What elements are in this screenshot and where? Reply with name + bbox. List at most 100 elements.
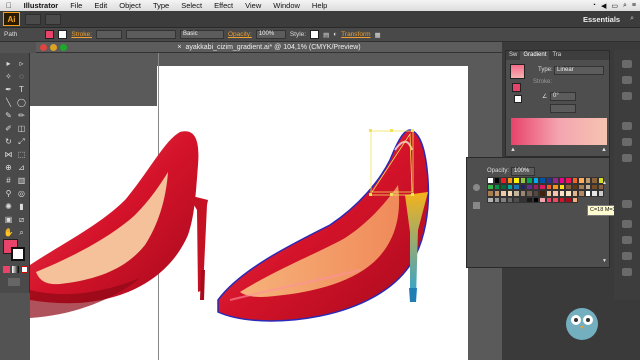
- bridge-button[interactable]: [25, 13, 41, 25]
- stroke-label[interactable]: Stroke:: [71, 31, 92, 38]
- swatch-cell[interactable]: [597, 190, 604, 197]
- popup-scroll-arrow-icon[interactable]: ▲: [602, 180, 607, 186]
- brushes-panel-icon[interactable]: [622, 92, 632, 100]
- hand-tool-icon[interactable]: ✋: [3, 227, 14, 238]
- perspective-tool-icon[interactable]: ⊿: [16, 162, 27, 173]
- apple-icon[interactable]: : [0, 1, 18, 10]
- search-icon[interactable]: ⌕: [630, 15, 634, 23]
- reverse-gradient-icon[interactable]: [514, 95, 522, 103]
- menu-file[interactable]: File: [64, 1, 88, 10]
- scale-tool-icon[interactable]: ⤢: [16, 136, 27, 147]
- drawn-shoe-artwork[interactable]: [217, 129, 430, 322]
- brush-definition-field[interactable]: Basic: [179, 30, 224, 39]
- lasso-tool-icon[interactable]: ◌: [16, 71, 27, 82]
- symbol-sprayer-tool-icon[interactable]: ✺: [3, 201, 14, 212]
- gradient-stop-icon[interactable]: ▲: [510, 147, 516, 153]
- opacity-label[interactable]: Opacity:: [228, 31, 252, 38]
- menu-view[interactable]: View: [239, 1, 267, 10]
- symbols-panel-icon[interactable]: [622, 122, 632, 130]
- popup-scroll-arrow-down-icon[interactable]: ▼: [602, 258, 607, 264]
- tab-swatches[interactable]: Sw: [506, 51, 520, 60]
- draw-mode-button[interactable]: [8, 278, 20, 286]
- arrange-docs-button[interactable]: [45, 13, 61, 25]
- gradient-slider[interactable]: [511, 118, 607, 145]
- volume-icon[interactable]: ◀: [601, 2, 606, 10]
- close-tab-icon[interactable]: ×: [177, 44, 181, 51]
- popup-opacity-field[interactable]: 100%: [511, 167, 535, 176]
- align-panel-icon[interactable]: [622, 268, 632, 276]
- menu-object[interactable]: Object: [113, 1, 147, 10]
- artwork-canvas[interactable]: [30, 53, 502, 360]
- shape-builder-tool-icon[interactable]: ⊕: [3, 162, 14, 173]
- wifi-icon[interactable]: ◔: [592, 2, 596, 10]
- artboards-panel-icon[interactable]: [622, 252, 632, 260]
- type-tool-icon[interactable]: T: [16, 84, 27, 95]
- reference-shoe-photo[interactable]: [30, 131, 208, 318]
- workspace-switcher[interactable]: Essentials: [583, 15, 620, 24]
- opacity-field[interactable]: 100%: [255, 30, 286, 39]
- direct-selection-tool-icon[interactable]: ▹: [16, 58, 27, 69]
- menu-help[interactable]: Help: [306, 1, 333, 10]
- gradient-angle-field[interactable]: 0°: [550, 92, 576, 101]
- ellipse-tool-icon[interactable]: ◯: [16, 97, 27, 108]
- close-window-icon[interactable]: [40, 44, 47, 51]
- popup-list-view-icon[interactable]: [473, 202, 480, 209]
- color-mode-button[interactable]: [3, 266, 10, 273]
- menu-select[interactable]: Select: [175, 1, 208, 10]
- gradient-mode-button[interactable]: [12, 266, 19, 273]
- stroke-weight-field[interactable]: [95, 30, 122, 39]
- appearance-panel-icon[interactable]: [622, 154, 632, 162]
- zoom-window-icon[interactable]: [60, 44, 67, 51]
- spotlight-icon[interactable]: ⌕: [623, 2, 627, 10]
- line-tool-icon[interactable]: ╲: [3, 97, 14, 108]
- color-panel-icon[interactable]: [622, 60, 632, 68]
- gradient-tool-icon[interactable]: ▥: [16, 175, 27, 186]
- pen-tool-icon[interactable]: ✒: [3, 84, 14, 95]
- gradient-preview-swatch[interactable]: [510, 64, 525, 79]
- tab-transparency[interactable]: Tra: [549, 51, 564, 60]
- transform-link[interactable]: Transform: [341, 31, 370, 38]
- color-guide-panel-icon[interactable]: [622, 76, 632, 84]
- menu-window[interactable]: Window: [267, 1, 306, 10]
- graphic-styles-panel-icon[interactable]: [622, 138, 632, 146]
- gradient-stop-right-icon[interactable]: ▲: [601, 147, 607, 153]
- graph-tool-icon[interactable]: ▮: [16, 201, 27, 212]
- width-tool-icon[interactable]: ⋈: [3, 149, 14, 160]
- eyedropper-tool-icon[interactable]: ⚲: [3, 188, 14, 199]
- slice-tool-icon[interactable]: ⧄: [16, 214, 27, 225]
- stroke-swatch[interactable]: [58, 30, 68, 39]
- stroke-panel-icon[interactable]: [622, 200, 632, 208]
- list-icon[interactable]: ≡: [632, 2, 636, 10]
- battery-icon[interactable]: ▭: [611, 2, 618, 10]
- document-tab[interactable]: × ayakkabi_cizim_gradient.ai* @ 104,1% (…: [36, 42, 502, 53]
- fill-swatch[interactable]: [45, 30, 55, 39]
- selection-tool-icon[interactable]: ▸: [3, 58, 14, 69]
- style-swatch[interactable]: [310, 30, 320, 39]
- blend-tool-icon[interactable]: ◎: [16, 188, 27, 199]
- gradient-type-select[interactable]: Linear: [554, 66, 604, 75]
- menu-app-name[interactable]: Illustrator: [18, 1, 65, 10]
- magic-wand-tool-icon[interactable]: ✧: [3, 71, 14, 82]
- free-transform-tool-icon[interactable]: ⬚: [16, 149, 27, 160]
- minimize-window-icon[interactable]: [50, 44, 57, 51]
- paintbrush-tool-icon[interactable]: ✎: [3, 110, 14, 121]
- stroke-color-box[interactable]: [11, 247, 25, 261]
- arrange-icon[interactable]: ▦: [375, 31, 381, 39]
- eraser-tool-icon[interactable]: ◫: [16, 123, 27, 134]
- mesh-tool-icon[interactable]: #: [3, 175, 14, 186]
- blob-brush-tool-icon[interactable]: ✐: [3, 123, 14, 134]
- menu-edit[interactable]: Edit: [88, 1, 113, 10]
- popup-grid-view-icon[interactable]: [473, 184, 480, 191]
- none-mode-button[interactable]: [21, 266, 28, 273]
- menu-effect[interactable]: Effect: [208, 1, 239, 10]
- recolor-icon[interactable]: ◐: [333, 31, 337, 38]
- fill-stroke-mini-icon[interactable]: [512, 83, 521, 92]
- menu-type[interactable]: Type: [147, 1, 175, 10]
- transparency-panel-icon[interactable]: [622, 220, 632, 228]
- pencil-tool-icon[interactable]: ✏: [16, 110, 27, 121]
- align-icon[interactable]: ▤: [323, 31, 329, 39]
- gradient-aspect-field[interactable]: [550, 104, 576, 113]
- rotate-tool-icon[interactable]: ↻: [3, 136, 14, 147]
- variable-width-field[interactable]: [125, 30, 176, 39]
- artboard-tool-icon[interactable]: ▣: [3, 214, 14, 225]
